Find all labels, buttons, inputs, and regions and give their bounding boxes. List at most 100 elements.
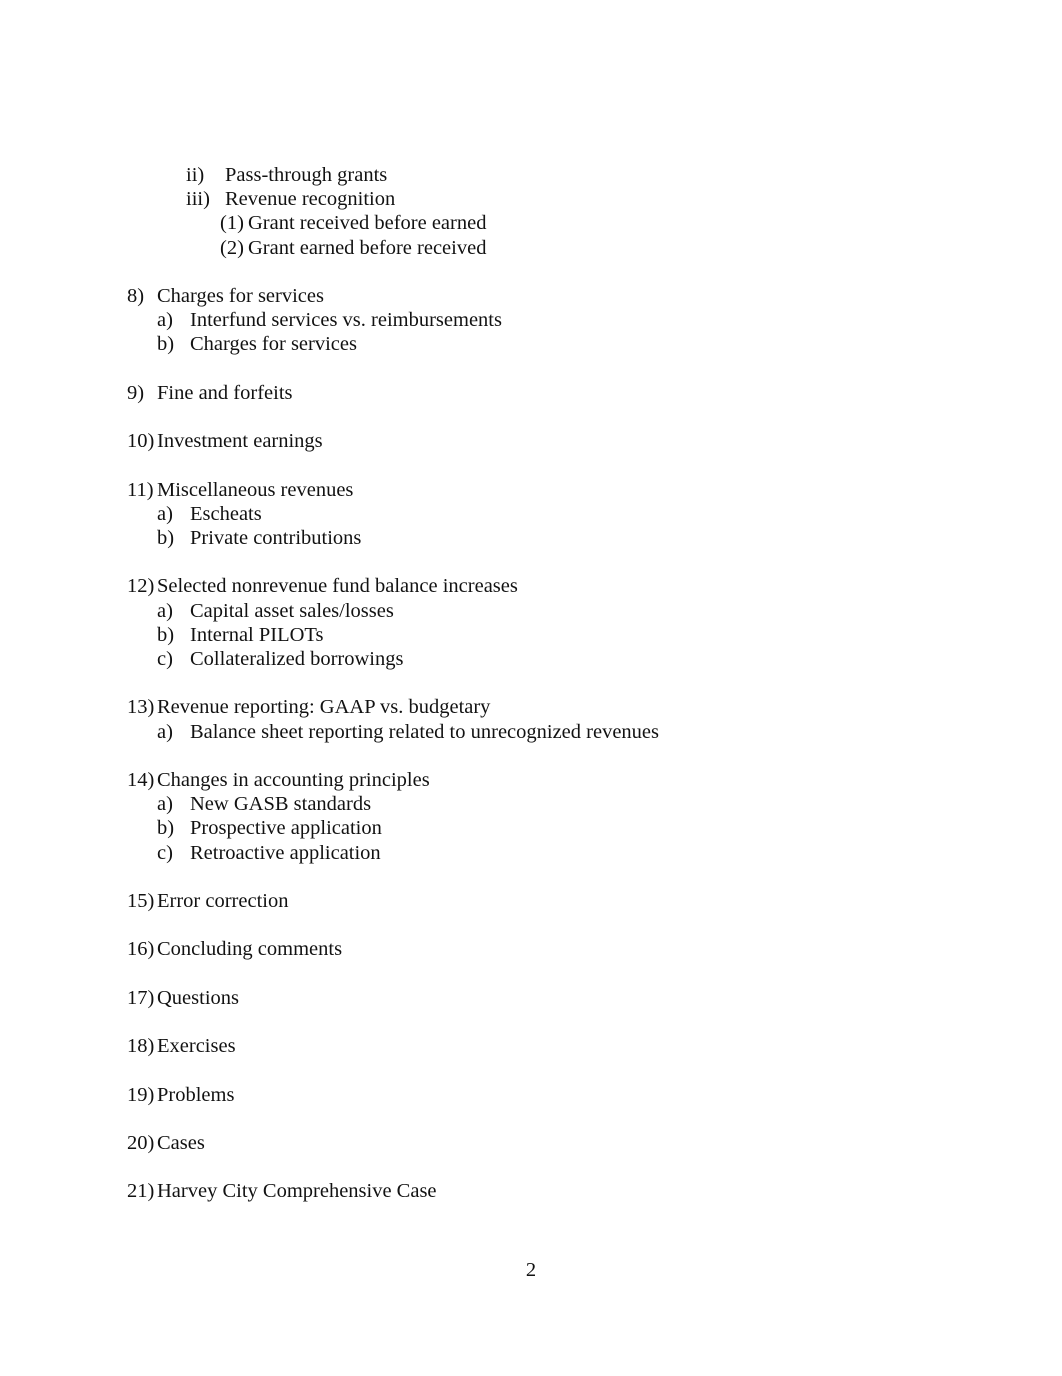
outline-item-marker: 12) xyxy=(127,575,155,598)
outline-item: 14) Changes in accounting principles xyxy=(127,768,947,792)
outline-item: 11) Miscellaneous revenues xyxy=(127,478,947,502)
document-page: ii) Pass-through grants iii) Revenue recogn… xyxy=(0,0,1062,1376)
outline-item-marker: a) xyxy=(157,793,173,816)
outline-item-marker: 11) xyxy=(127,478,154,501)
outline-item-label: Miscellaneous revenues xyxy=(157,478,354,501)
outline-item-marker: 16) xyxy=(127,938,155,961)
outline-item: 18) Exercises xyxy=(127,1034,947,1058)
outline-item: 12) Selected nonrevenue fund balance incr… xyxy=(127,574,947,598)
outline-item-marker: 20) xyxy=(127,1131,155,1154)
outline-item-marker: a) xyxy=(157,502,173,525)
outline-item-marker: 14) xyxy=(127,768,155,791)
outline-item-marker: 8) xyxy=(127,285,145,307)
outline-item-marker: 9) xyxy=(127,381,145,404)
outline-item-marker: b) xyxy=(157,526,175,549)
outline-item: b) Prospective application xyxy=(157,816,947,840)
outline-item-marker: c) xyxy=(157,647,173,670)
outline-item-marker: 21) xyxy=(127,1180,155,1203)
outline-item: iii) Revenue recognition xyxy=(186,187,947,211)
outline-item-label: Exercises xyxy=(157,1035,236,1058)
outline-item-marker: iii) xyxy=(186,188,210,211)
outline-item: 16) Concluding comments xyxy=(127,937,947,961)
outline-item-marker: b) xyxy=(157,623,175,646)
outline-item-label: Charges for services xyxy=(190,333,357,356)
outline-item-marker: 19) xyxy=(127,1083,155,1106)
outline-item-label: Capital asset sales/losses xyxy=(190,599,394,622)
outline-item-marker: a) xyxy=(157,720,173,743)
outline-item: 10) Investment earnings xyxy=(127,429,947,453)
outline-item: c) Retroactive application xyxy=(157,841,947,865)
outline-item-label: Private contributions xyxy=(190,526,362,549)
outline-item: 15) Error correction xyxy=(127,889,947,913)
outline-item-label: Problems xyxy=(157,1083,235,1106)
outline-item: a) Balance sheet reporting related to unr… xyxy=(157,720,947,744)
outline-item: a) Escheats xyxy=(157,502,947,526)
outline-item-label: Grant received before earned xyxy=(248,212,487,235)
outline-item-label: Grant earned before received xyxy=(248,236,487,259)
outline-item-marker: 15) xyxy=(127,889,155,912)
outline-item-label: Questions xyxy=(157,986,239,1009)
outline-item: 20) Cases xyxy=(127,1131,947,1155)
outline-item-label: Investment earnings xyxy=(157,430,323,453)
outline-item-label: Selected nonrevenue fund balance increas… xyxy=(157,575,518,598)
outline-item: a) Interfund services vs. reimbursements xyxy=(157,308,947,332)
outline-item-marker: b) xyxy=(157,817,175,840)
outline-item-label: Harvey City Comprehensive Case xyxy=(157,1180,437,1203)
outline-item: c) Collateralized borrowings xyxy=(157,647,947,671)
outline-item-label: Cases xyxy=(157,1131,205,1154)
outline-item-marker: a) xyxy=(157,309,173,332)
outline-item-marker: (2) xyxy=(220,236,244,259)
outline-item: a) New GASB standards xyxy=(157,792,947,816)
outline-item-label: Error correction xyxy=(157,889,289,912)
outline-item-label: Changes in accounting principles xyxy=(157,768,430,791)
outline-item-label: New GASB standards xyxy=(190,793,372,816)
outline-item-label: Pass-through grants xyxy=(225,164,388,186)
outline-item: ii) Pass-through grants xyxy=(186,163,947,187)
outline-item-label: Retroactive application xyxy=(190,841,381,864)
outline-item-label: Revenue reporting: GAAP vs. budgetary xyxy=(157,696,491,719)
outline-item-label: Collateralized borrowings xyxy=(190,647,404,670)
outline-item-marker: c) xyxy=(157,841,173,864)
outline-item-marker: 13) xyxy=(127,696,155,719)
outline-item-marker: (1) xyxy=(220,212,244,235)
outline-item-label: Charges for services xyxy=(157,285,324,307)
outline-item-label: Prospective application xyxy=(190,817,382,840)
outline-item-marker: ii) xyxy=(186,164,205,186)
outline-item: b) Private contributions xyxy=(157,526,947,550)
outline-item: b) Internal PILOTs xyxy=(157,623,947,647)
outline-item: (1) Grant received before earned xyxy=(220,211,947,235)
outline-item: b) Charges for services xyxy=(157,332,947,356)
outline-item: 13) Revenue reporting: GAAP vs. budgetary xyxy=(127,695,947,719)
outline-item-marker: b) xyxy=(157,333,175,356)
outline-item-marker: 18) xyxy=(127,1035,155,1058)
outline-item-label: Revenue recognition xyxy=(225,188,396,211)
outline-item: (2) Grant earned before received xyxy=(220,236,947,260)
outline-item-marker: 10) xyxy=(127,430,155,453)
outline-item: a) Capital asset sales/losses xyxy=(157,599,947,623)
outline-list: ii) Pass-through grants iii) Revenue recogn… xyxy=(127,163,947,1204)
outline-item-marker: a) xyxy=(157,599,173,622)
outline-item-label: Interfund services vs. reimbursements xyxy=(190,309,502,332)
outline-item-label: Concluding comments xyxy=(157,938,343,961)
outline-item: 21) Harvey City Comprehensive Case xyxy=(127,1179,947,1203)
outline-item: 9) Fine and forfeits xyxy=(127,381,947,405)
outline-item: 8) Charges for services xyxy=(127,284,947,308)
page-number: 2 xyxy=(525,1259,537,1281)
outline-item: 17) Questions xyxy=(127,986,947,1010)
outline-item-label: Escheats xyxy=(190,502,262,525)
outline-item-label: Fine and forfeits xyxy=(157,381,293,404)
outline-item-marker: 17) xyxy=(127,986,155,1009)
